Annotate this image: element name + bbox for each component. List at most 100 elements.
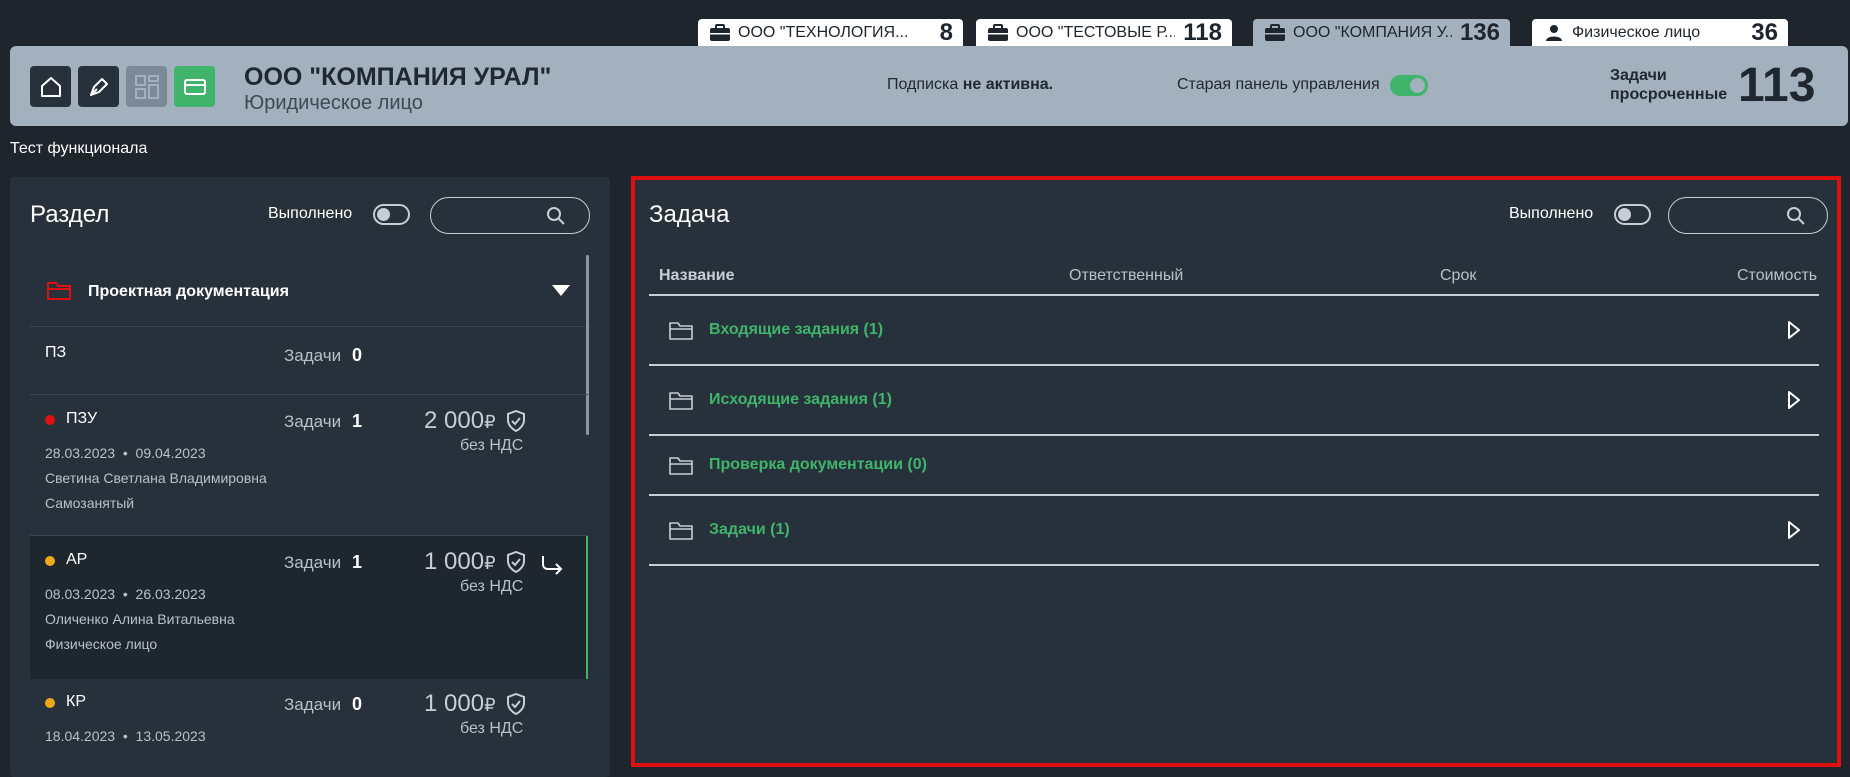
company-type: Юридическое лицо <box>244 92 423 114</box>
task-folder-row[interactable]: Проверка документации (0) <box>649 436 1819 496</box>
search-icon[interactable] <box>1786 206 1806 226</box>
item-tasks-count: 1 <box>352 411 363 431</box>
item-tasks-count: 1 <box>352 552 363 572</box>
company-tab-kompaniya-ural[interactable]: ООО "КОМПАНИЯ У... 136 <box>1253 19 1510 47</box>
folder-icon <box>669 457 693 475</box>
folder-icon <box>669 322 693 340</box>
item-price-value: 2 000 <box>424 407 485 434</box>
column-header-cost[interactable]: Стоимость <box>1737 267 1817 285</box>
item-tasks-label: Задачи <box>284 695 342 714</box>
status-dot <box>45 415 55 425</box>
shield-check-icon <box>507 693 525 715</box>
date-separator: • <box>122 586 128 602</box>
section-search-input[interactable] <box>430 197 590 234</box>
item-responsible: Светина Светлана Владимировна <box>45 470 267 486</box>
section-header[interactable]: Проектная документация <box>30 257 590 327</box>
company-tab-name: ООО "КОМПАНИЯ У... <box>1293 24 1452 41</box>
task-panel-title: Задача <box>649 201 730 228</box>
section-item[interactable]: ПЗ Задачи 0 <box>30 327 588 395</box>
section-item[interactable]: АР Задачи 1 1 000₽ без НДС 08.03.2023 • … <box>30 536 588 679</box>
item-date-start: 08.03.2023 <box>45 586 116 602</box>
item-tasks-label: Задачи <box>284 553 342 572</box>
section-item[interactable]: КР Задачи 0 1 000₽ без НДС 18.04.2023 • … <box>30 679 588 777</box>
item-dates: 28.03.2023 • 09.04.2023 <box>45 445 206 461</box>
company-tab-tekhnologiya[interactable]: ООО "ТЕХНОЛОГИЯ... 8 <box>698 19 963 47</box>
company-header: ООО "КОМПАНИЯ УРАЛ" Юридическое лицо Под… <box>10 46 1848 126</box>
done-filter-toggle[interactable] <box>373 204 410 225</box>
overdue-label-line2: просроченные <box>1610 86 1728 103</box>
column-header-responsible[interactable]: Ответственный <box>1069 267 1183 285</box>
old-panel-label: Старая панель управления <box>1177 76 1380 93</box>
item-tasks-count: 0 <box>352 345 363 365</box>
item-date-start: 18.04.2023 <box>45 728 116 744</box>
task-panel: Задача Выполнено Название Ответственный … <box>631 177 1841 767</box>
item-price: 2 000₽ <box>424 407 496 435</box>
subscription-status: Подписка не активна. <box>887 76 1053 94</box>
ruble-sign: ₽ <box>484 412 496 432</box>
briefcase-icon <box>708 23 732 43</box>
section-name: Проектная документация <box>88 283 289 300</box>
company-tab-testovye[interactable]: ООО "ТЕСТОВЫЕ Р... 118 <box>976 19 1232 47</box>
edit-button[interactable] <box>78 66 119 107</box>
home-button[interactable] <box>30 66 71 107</box>
company-tab-count: 118 <box>1183 19 1222 46</box>
ruble-sign: ₽ <box>484 553 496 573</box>
done-filter-label: Выполнено <box>1509 205 1594 222</box>
list-view-button[interactable] <box>174 66 215 107</box>
grid-view-button[interactable] <box>126 66 167 107</box>
task-folder-name: Исходящие задания (1) <box>709 391 892 408</box>
company-tab-individual[interactable]: Физическое лицо 36 <box>1532 19 1788 47</box>
task-folder-name: Проверка документации (0) <box>709 456 927 473</box>
shield-check-icon <box>507 551 525 573</box>
folder-icon <box>47 282 71 300</box>
caret-down-icon[interactable] <box>552 285 570 297</box>
item-responsible-type: Самозанятый <box>45 495 135 511</box>
task-folder-row[interactable]: Исходящие задания (1) <box>649 366 1819 436</box>
home-icon <box>40 76 61 97</box>
item-date-end: 26.03.2023 <box>135 586 206 602</box>
section-item[interactable]: ПЗУ Задачи 1 2 000₽ без НДС 28.03.2023 •… <box>30 395 588 536</box>
redirect-arrow-icon[interactable] <box>540 554 564 576</box>
done-filter-toggle[interactable] <box>1614 204 1651 225</box>
column-header-name[interactable]: Название <box>659 267 735 285</box>
expand-arrow-icon[interactable] <box>1787 521 1801 539</box>
shield-check-icon <box>507 410 525 432</box>
item-date-start: 28.03.2023 <box>45 445 116 461</box>
item-vat: без НДС <box>460 437 524 454</box>
item-tasks-label: Задачи <box>284 412 342 431</box>
item-date-end: 13.05.2023 <box>135 728 206 744</box>
person-icon <box>1542 23 1566 43</box>
company-name: ООО "КОМПАНИЯ УРАЛ" <box>244 63 552 91</box>
company-tab-count: 136 <box>1459 19 1500 46</box>
company-tab-count: 8 <box>939 19 953 46</box>
search-icon[interactable] <box>546 206 566 226</box>
company-tab-name: ООО "ТЕХНОЛОГИЯ... <box>738 24 909 41</box>
list-view-icon <box>183 78 206 95</box>
page-subtitle: Тест функционала <box>10 140 148 157</box>
company-tab-name: Физическое лицо <box>1572 24 1701 41</box>
item-tasks-label: Задачи <box>284 346 342 365</box>
subscription-value: не активна. <box>962 76 1054 93</box>
old-panel-toggle[interactable] <box>1390 75 1428 96</box>
item-price-value: 1 000 <box>424 548 485 575</box>
item-tasks-count: 0 <box>352 694 363 714</box>
section-panel: Раздел Выполнено Проектная документация … <box>10 177 610 777</box>
item-price: 1 000₽ <box>424 548 496 576</box>
column-header-deadline[interactable]: Срок <box>1440 267 1476 285</box>
subscription-label: Подписка <box>887 76 963 93</box>
briefcase-icon <box>986 23 1010 43</box>
task-folder-row[interactable]: Задачи (1) <box>649 496 1819 566</box>
briefcase-icon <box>1263 23 1287 43</box>
date-separator: • <box>122 445 128 461</box>
overdue-tasks-count[interactable]: 113 <box>1738 58 1815 113</box>
expand-arrow-icon[interactable] <box>1787 321 1801 339</box>
done-filter-label: Выполнено <box>268 205 353 222</box>
task-folder-row[interactable]: Входящие задания (1) <box>649 296 1819 366</box>
item-responsible-type: Физическое лицо <box>45 636 158 652</box>
item-responsible: Оличенко Алина Витальевна <box>45 611 235 627</box>
item-vat: без НДС <box>460 720 524 737</box>
item-price-value: 1 000 <box>424 690 485 717</box>
expand-arrow-icon[interactable] <box>1787 391 1801 409</box>
section-panel-title: Раздел <box>30 201 110 228</box>
company-tab-count: 36 <box>1751 19 1778 46</box>
